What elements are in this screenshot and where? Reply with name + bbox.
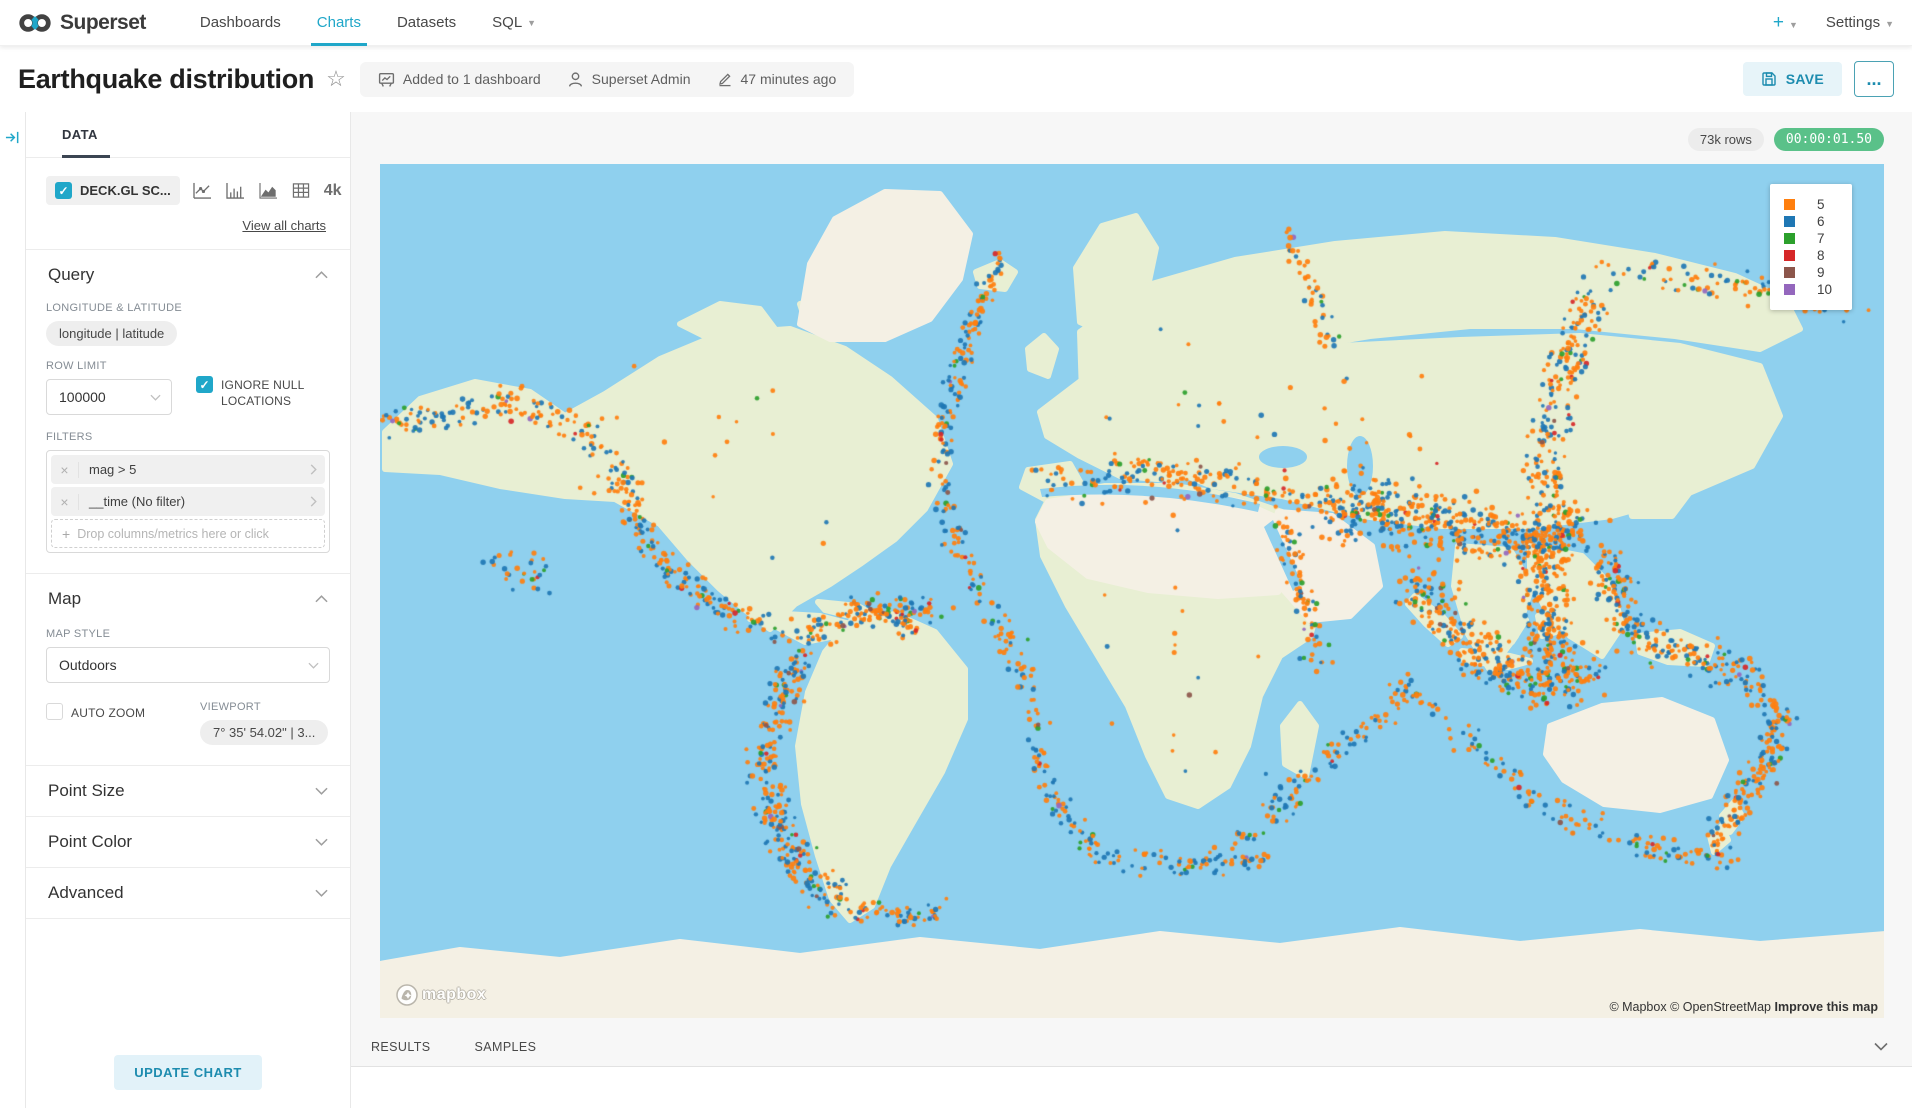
attribution-mapbox-link[interactable]: © Mapbox [1609, 1000, 1666, 1014]
view-all-charts-link[interactable]: View all charts [242, 218, 326, 233]
advanced-section-header[interactable]: Advanced [46, 868, 330, 918]
earthquake-points-layer [380, 164, 1884, 1018]
map-style-label: MAP STYLE [46, 628, 330, 640]
chart-header: Earthquake distribution ☆ Added to 1 das… [0, 46, 1912, 112]
attribution-osm-link[interactable]: © OpenStreetMap [1670, 1000, 1771, 1014]
results-panel [351, 1067, 1912, 1108]
pencil-icon [717, 71, 733, 87]
nav-item-dashboards[interactable]: Dashboards [182, 0, 299, 46]
plus-icon: + [62, 526, 70, 542]
query-section-header[interactable]: Query [46, 250, 330, 300]
ignore-null-label: IGNORE NULL LOCATIONS [221, 376, 316, 409]
row-limit-select[interactable]: 100000 [46, 379, 172, 415]
nav-item-charts[interactable]: Charts [299, 0, 379, 46]
owner-meta[interactable]: Superset Admin [567, 71, 691, 88]
new-item-button[interactable]: +▼ [1773, 12, 1798, 34]
filter-item[interactable]: × __time (No filter) [51, 487, 325, 516]
map-canvas[interactable]: 5 6 7 8 9 10 mapbox © Mapbox © OpenStree… [380, 164, 1884, 1018]
nav-item-datasets[interactable]: Datasets [379, 0, 474, 46]
page-title: Earthquake distribution [18, 64, 314, 95]
legend-swatch [1784, 267, 1795, 278]
more-actions-button[interactable]: ... [1854, 61, 1894, 97]
update-chart-button[interactable]: UPDATE CHART [114, 1055, 262, 1090]
top-nav: Superset Dashboards Charts Datasets SQL▼… [0, 0, 1912, 46]
collapse-panel-strip [0, 112, 26, 1108]
collapse-results-icon[interactable] [1874, 1042, 1888, 1051]
infinity-logo-icon [18, 12, 52, 34]
caret-down-icon: ▼ [1885, 19, 1894, 29]
viz-type-checkbox: ✓ [55, 182, 72, 199]
viewport-label: VIEWPORT [200, 701, 328, 713]
filters-control: × mag > 5 × __time (No filter) + Drop co… [46, 450, 330, 553]
viz-type-selected[interactable]: ✓ DECK.GL SC... [46, 176, 180, 205]
row-limit-label: ROW LIMIT [46, 360, 172, 372]
filter-item[interactable]: × mag > 5 [51, 455, 325, 484]
remove-filter-icon[interactable]: × [51, 494, 79, 510]
drop-columns-zone[interactable]: + Drop columns/metrics here or click [51, 519, 325, 548]
point-size-section-header[interactable]: Point Size [46, 766, 330, 816]
save-icon [1761, 71, 1777, 87]
legend-swatch [1784, 250, 1795, 261]
chevron-down-icon [308, 662, 319, 669]
remove-filter-icon[interactable]: × [51, 462, 79, 478]
row-count-badge: 73k rows [1688, 128, 1764, 151]
tab-samples[interactable]: SAMPLES [475, 1040, 537, 1054]
legend-swatch [1784, 284, 1795, 295]
auto-zoom-label: AUTO ZOOM [71, 703, 145, 721]
chevron-down-icon [315, 889, 328, 897]
chevron-right-icon [310, 464, 325, 475]
mapbox-icon [396, 984, 418, 1006]
save-button[interactable]: SAVE [1743, 62, 1842, 96]
big-number-icon[interactable]: 4k [324, 182, 342, 200]
mapbox-logo[interactable]: mapbox [396, 984, 486, 1006]
user-icon [567, 71, 584, 88]
data-panel: DATA ✓ DECK.GL SC... [26, 112, 351, 1108]
map-section-header[interactable]: Map [46, 574, 330, 624]
results-tabbar: RESULTS SAMPLES [351, 1027, 1912, 1067]
dashboard-icon [378, 71, 395, 88]
expand-panel-icon[interactable] [5, 130, 20, 145]
point-color-section-header[interactable]: Point Color [46, 817, 330, 867]
chevron-right-icon [310, 496, 325, 507]
chart-metadata: Added to 1 dashboard Superset Admin 47 m… [360, 62, 854, 97]
ignore-null-checkbox[interactable]: ✓ [196, 376, 213, 393]
tab-results[interactable]: RESULTS [371, 1040, 431, 1054]
auto-zoom-checkbox[interactable] [46, 703, 63, 720]
favorite-star-icon[interactable]: ☆ [326, 66, 346, 92]
legend-swatch [1784, 216, 1795, 227]
chevron-down-icon [150, 394, 161, 401]
lonlat-value-pill[interactable]: longitude | latitude [46, 321, 177, 346]
chevron-up-icon [315, 595, 328, 603]
dashboards-meta[interactable]: Added to 1 dashboard [378, 71, 541, 88]
legend-swatch [1784, 233, 1795, 244]
filters-label: FILTERS [46, 431, 330, 443]
caret-down-icon: ▼ [527, 18, 536, 28]
map-attribution: © Mapbox © OpenStreetMap Improve this ma… [1609, 1000, 1878, 1014]
area-chart-icon[interactable] [259, 182, 278, 199]
last-modified-meta[interactable]: 47 minutes ago [717, 71, 837, 87]
map-legend: 5 6 7 8 9 10 [1770, 184, 1852, 310]
line-chart-icon[interactable] [193, 182, 212, 199]
settings-menu[interactable]: Settings▼ [1826, 14, 1894, 31]
map-style-select[interactable]: Outdoors [46, 647, 330, 683]
lonlat-label: LONGITUDE & LATITUDE [46, 302, 330, 314]
superset-logo[interactable]: Superset [18, 11, 146, 35]
improve-map-link[interactable]: Improve this map [1775, 1000, 1879, 1014]
legend-swatch [1784, 199, 1795, 210]
chevron-up-icon [315, 271, 328, 279]
brand-name: Superset [60, 11, 146, 35]
nav-item-sql[interactable]: SQL▼ [474, 0, 554, 46]
viewport-value-pill[interactable]: 7° 35' 54.02" | 3... [200, 720, 328, 745]
chevron-down-icon [315, 838, 328, 846]
tab-data[interactable]: DATA [62, 112, 128, 157]
chevron-down-icon [315, 787, 328, 795]
bar-chart-icon[interactable] [226, 182, 245, 199]
caret-down-icon: ▼ [1789, 20, 1798, 30]
query-timer-badge: 00:00:01.50 [1774, 128, 1884, 151]
table-icon[interactable] [292, 182, 310, 199]
